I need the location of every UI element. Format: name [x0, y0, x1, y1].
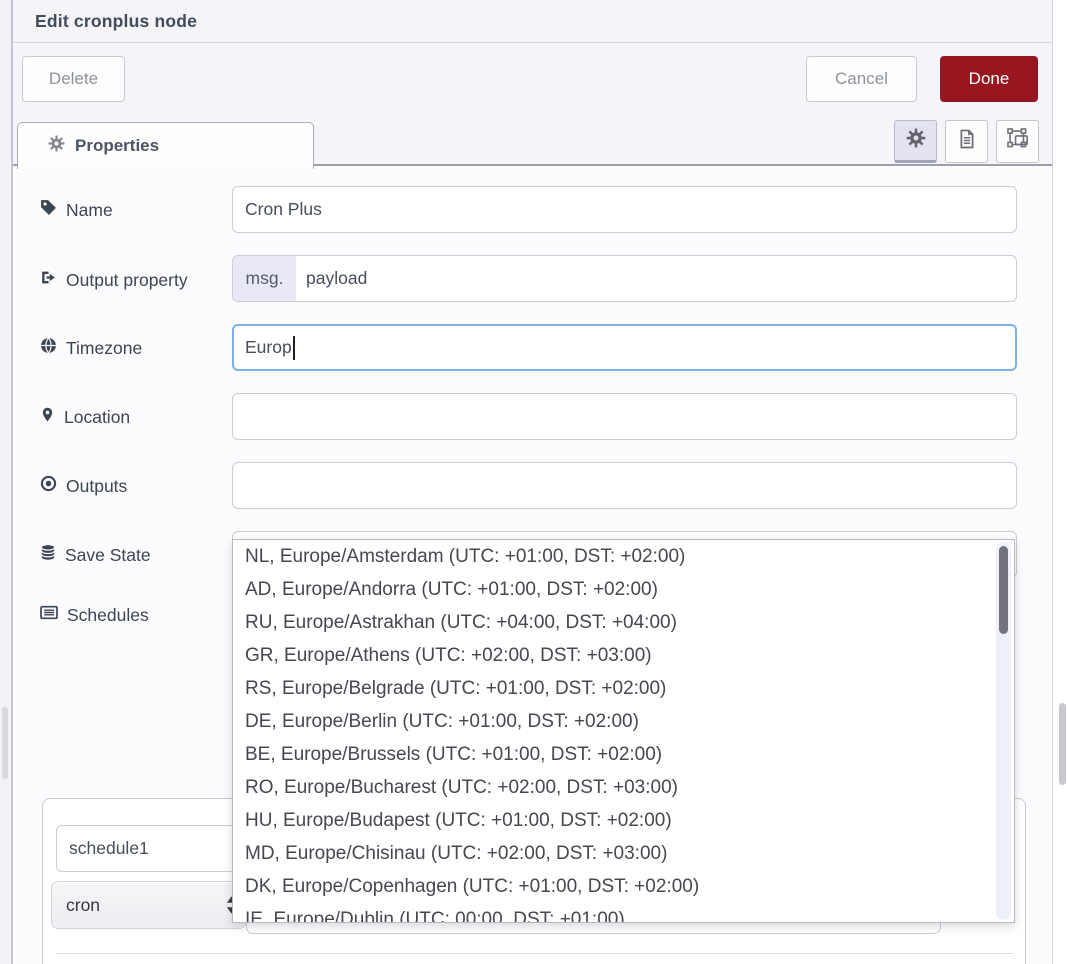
schedule-type-value: cron — [66, 895, 100, 916]
output-property-label: Output property — [66, 270, 188, 291]
output-property-value: payload — [296, 268, 367, 289]
location-input[interactable] — [232, 393, 1017, 440]
dialog-header: Edit cronplus node — [13, 0, 1052, 43]
save-state-label: Save State — [65, 545, 151, 566]
editor-tab-bar: Properties — [13, 111, 1052, 166]
timezone-option[interactable]: RS, Europe/Belgrade (UTC: +01:00, DST: +… — [233, 672, 1014, 705]
text-caret — [293, 336, 295, 360]
left-panel-edge — [0, 0, 13, 964]
schedules-label-row: Schedules — [40, 603, 149, 627]
timezone-option[interactable]: DE, Europe/Berlin (UTC: +01:00, DST: +02… — [233, 705, 1014, 738]
appearance-icon — [1007, 128, 1029, 155]
right-scrollbar-thumb[interactable] — [1059, 703, 1066, 785]
edit-tray: Edit cronplus node Delete Cancel Done — [13, 0, 1052, 964]
database-icon — [40, 544, 56, 566]
dropdown-scrollbar-track[interactable] — [996, 542, 1011, 920]
outputs-label-row: Outputs — [40, 474, 127, 498]
schedule-divider — [56, 953, 1013, 954]
list-alt-icon — [40, 604, 58, 626]
timezone-option[interactable]: MD, Europe/Chisinau (UTC: +02:00, DST: +… — [233, 837, 1014, 870]
save-state-label-row: Save State — [40, 543, 151, 567]
timezone-option[interactable]: BE, Europe/Brussels (UTC: +01:00, DST: +… — [233, 738, 1014, 771]
gear-icon — [906, 128, 926, 153]
dot-circle-icon — [40, 475, 57, 497]
timezone-option[interactable]: NL, Europe/Amsterdam (UTC: +01:00, DST: … — [233, 540, 1014, 573]
dialog-button-bar: Delete Cancel Done — [13, 43, 1052, 112]
timezone-option[interactable]: GR, Europe/Athens (UTC: +02:00, DST: +03… — [233, 639, 1014, 672]
schedule-type-select[interactable]: cron — [51, 881, 246, 929]
timezone-option[interactable]: IE, Europe/Dublin (UTC: 00:00, DST: +01:… — [233, 903, 1014, 923]
done-button[interactable]: Done — [940, 56, 1038, 102]
timezone-label: Timezone — [66, 338, 142, 359]
gear-icon — [48, 135, 65, 157]
timezone-input[interactable]: Europ — [232, 324, 1017, 371]
typedinput-type-select[interactable]: msg. — [233, 256, 296, 301]
name-input[interactable] — [232, 186, 1017, 233]
name-label: Name — [66, 200, 113, 221]
timezone-label-row: Timezone — [40, 336, 142, 360]
location-label: Location — [64, 407, 130, 428]
timezone-dropdown-list: NL, Europe/Amsterdam (UTC: +01:00, DST: … — [233, 540, 1014, 923]
timezone-option[interactable]: HU, Europe/Budapest (UTC: +01:00, DST: +… — [233, 804, 1014, 837]
timezone-input-value: Europ — [245, 337, 292, 358]
appearance-view-button[interactable] — [996, 120, 1039, 163]
map-marker-icon — [40, 406, 55, 428]
output-property-typedinput[interactable]: msg. payload — [232, 255, 1017, 302]
right-panel-edge — [1052, 0, 1068, 964]
description-view-button[interactable] — [945, 120, 988, 163]
timezone-option[interactable]: AD, Europe/Andorra (UTC: +01:00, DST: +0… — [233, 573, 1014, 606]
name-label-row: Name — [40, 198, 113, 222]
tab-properties-label: Properties — [75, 136, 159, 156]
output-property-label-row: Output property — [40, 268, 188, 292]
properties-form: Name Output property msg. payload — [13, 166, 1052, 964]
edit-cronplus-dialog: Edit cronplus node Delete Cancel Done — [0, 0, 1068, 964]
globe-icon — [40, 337, 57, 359]
left-scrollbar-thumb[interactable] — [2, 707, 8, 779]
timezone-option[interactable]: RO, Europe/Bucharest (UTC: +02:00, DST: … — [233, 771, 1014, 804]
sign-out-icon — [40, 269, 57, 291]
dropdown-scrollbar-thumb[interactable] — [999, 546, 1008, 634]
timezone-option[interactable]: DK, Europe/Copenhagen (UTC: +01:00, DST:… — [233, 870, 1014, 903]
tag-icon — [40, 199, 57, 221]
delete-button[interactable]: Delete — [22, 56, 125, 102]
editor-mini-buttons — [894, 120, 1039, 163]
location-label-row: Location — [40, 405, 130, 429]
outputs-input[interactable] — [232, 462, 1017, 509]
timezone-dropdown: NL, Europe/Amsterdam (UTC: +01:00, DST: … — [232, 539, 1015, 923]
dialog-title: Edit cronplus node — [13, 11, 197, 32]
document-icon — [957, 129, 977, 154]
tab-properties[interactable]: Properties — [17, 122, 314, 169]
cancel-button[interactable]: Cancel — [806, 56, 917, 102]
schedules-label: Schedules — [67, 605, 149, 626]
timezone-option[interactable]: RU, Europe/Astrakhan (UTC: +04:00, DST: … — [233, 606, 1014, 639]
properties-view-button[interactable] — [894, 120, 937, 163]
outputs-label: Outputs — [66, 476, 127, 497]
